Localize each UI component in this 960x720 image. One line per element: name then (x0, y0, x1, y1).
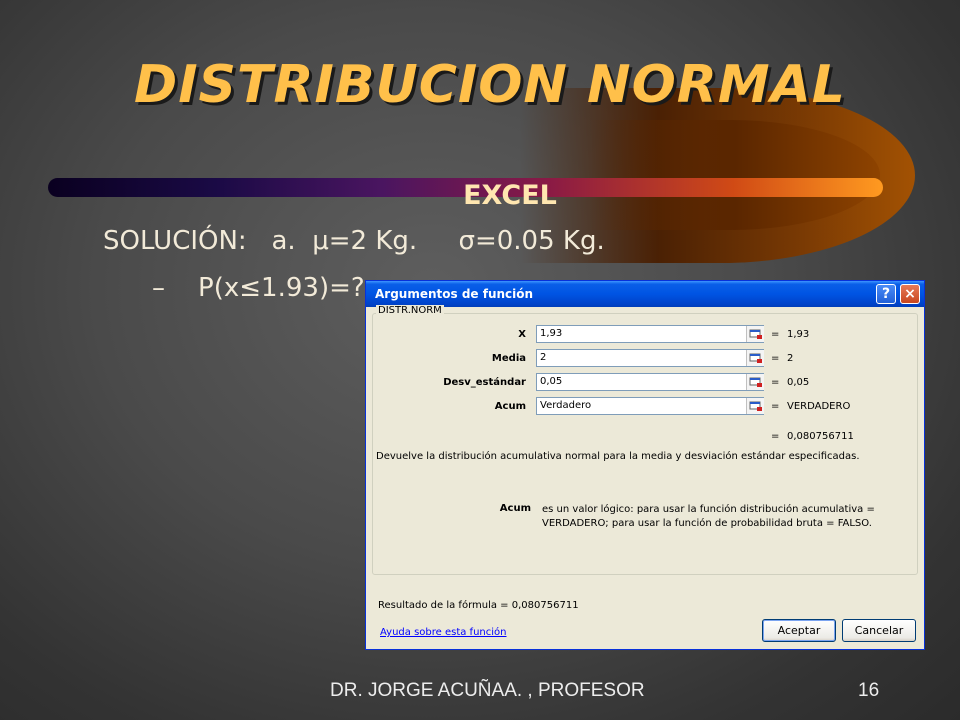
function-description: Devuelve la distribución acumulativa nor… (376, 451, 860, 462)
arg-help-text: es un valor lógico: para usar la función… (542, 504, 875, 529)
ok-button[interactable]: Aceptar (762, 619, 836, 642)
help-link[interactable]: Ayuda sobre esta función (380, 627, 507, 638)
arg-input-acum[interactable]: Verdadero (536, 397, 764, 415)
arg-result-acum: VERDADERO (787, 401, 851, 412)
function-result: 0,080756711 (787, 431, 854, 442)
comet-decoration-core (590, 120, 880, 230)
arg-label-desv-estandar: Desv_estándar (443, 377, 526, 388)
arg-help-name: Acum (499, 503, 531, 514)
function-name: DISTR.NORM (376, 305, 444, 316)
equals-sign: = (771, 329, 780, 340)
help-icon[interactable]: ? (876, 284, 896, 304)
arg-input-media[interactable]: 2 (536, 349, 764, 367)
formula-result-label: Resultado de la fórmula = (378, 600, 509, 611)
equals-sign: = (771, 401, 780, 412)
collapse-dialog-icon[interactable] (746, 374, 764, 390)
cancel-button[interactable]: Cancelar (842, 619, 916, 642)
arg-label-x: X (518, 329, 526, 340)
equals-sign: = (771, 353, 780, 364)
close-icon[interactable]: × (900, 284, 920, 304)
collapse-dialog-icon[interactable] (746, 398, 764, 414)
arg-label-media: Media (491, 353, 526, 364)
arg-result-x: 1,93 (787, 329, 810, 340)
arg-result-media: 2 (787, 353, 794, 364)
formula-result: Resultado de la fórmula = 0,080756711 (378, 600, 579, 611)
arg-input-desv-estandar[interactable]: 0,05 (536, 373, 764, 391)
slide-subtitle: EXCEL (463, 180, 557, 211)
equals-sign: = (771, 377, 780, 388)
arg-result-desv-estandar: 0,05 (787, 377, 810, 388)
solution-line: SOLUCIÓN: a. μ=2 Kg. σ=0.05 Kg. (103, 226, 605, 256)
dialog-title: Argumentos de función (375, 287, 534, 301)
slide-title: DISTRIBUCION NORMAL (134, 55, 846, 115)
arg-input-x[interactable]: 1,93 (536, 325, 764, 343)
equals-sign: = (771, 431, 780, 442)
formula-result-value: 0,080756711 (511, 600, 579, 611)
arg-label-acum: Acum (494, 401, 526, 412)
slide-footer: DR. JORGE ACUÑAA. , PROFESOR (330, 680, 645, 701)
probability-line: – P(x≤1.93)=? (152, 273, 365, 303)
dialog-titlebar[interactable]: Argumentos de función ? × (366, 281, 924, 307)
function-arguments-dialog: Argumentos de función ? × DISTR.NORM X 1… (365, 280, 925, 650)
collapse-dialog-icon[interactable] (746, 326, 764, 342)
collapse-dialog-icon[interactable] (746, 350, 764, 366)
page-number: 16 (858, 680, 880, 701)
